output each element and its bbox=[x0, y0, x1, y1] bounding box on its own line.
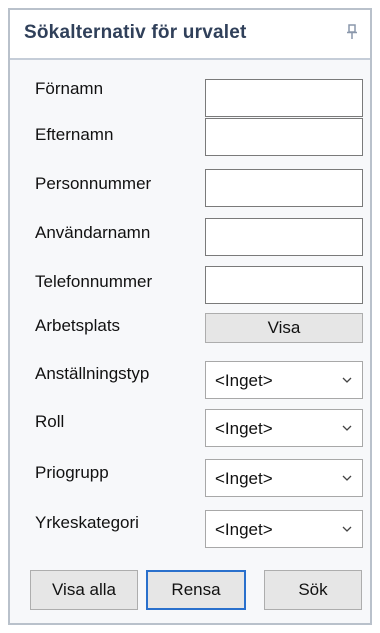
priority-group-label: Priogrupp bbox=[35, 463, 109, 482]
workplace-show-button[interactable]: Visa bbox=[205, 313, 363, 343]
clear-button[interactable]: Rensa bbox=[146, 570, 246, 610]
personal-number-input[interactable] bbox=[205, 169, 363, 207]
chevron-down-icon bbox=[342, 475, 352, 481]
priority-group-value: <Inget> bbox=[215, 469, 273, 488]
chevron-down-icon bbox=[342, 425, 352, 431]
phone-input[interactable] bbox=[205, 266, 363, 304]
personal-number-label: Personnummer bbox=[35, 174, 152, 193]
chevron-down-icon bbox=[342, 526, 352, 532]
pin-icon[interactable] bbox=[346, 24, 358, 43]
username-input[interactable] bbox=[205, 218, 363, 256]
employment-type-select[interactable]: <Inget> bbox=[205, 361, 363, 399]
workplace-label: Arbetsplats bbox=[35, 316, 121, 335]
show-all-button[interactable]: Visa alla bbox=[30, 570, 138, 610]
occupation-category-label: Yrkeskategori bbox=[35, 513, 139, 532]
lastname-label: Efternamn bbox=[35, 125, 114, 144]
phone-label: Telefonnummer bbox=[35, 272, 153, 291]
role-select[interactable]: <Inget> bbox=[205, 409, 363, 447]
priority-group-select[interactable]: <Inget> bbox=[205, 459, 363, 497]
firstname-input[interactable] bbox=[205, 79, 363, 117]
panel-titlebar: Sökalternativ för urvalet bbox=[10, 10, 370, 60]
username-label: Användarnamn bbox=[35, 223, 151, 242]
occupation-category-value: <Inget> bbox=[215, 520, 273, 539]
lastname-input[interactable] bbox=[205, 118, 363, 156]
employment-type-value: <Inget> bbox=[215, 371, 273, 390]
role-label: Roll bbox=[35, 412, 65, 431]
search-button[interactable]: Sök bbox=[264, 570, 362, 610]
employment-type-label: Anställningstyp bbox=[35, 364, 150, 383]
panel-title: Sökalternativ för urvalet bbox=[24, 22, 247, 43]
chevron-down-icon bbox=[342, 377, 352, 383]
role-value: <Inget> bbox=[215, 419, 273, 438]
firstname-label: Förnamn bbox=[35, 79, 104, 98]
occupation-category-select[interactable]: <Inget> bbox=[205, 510, 363, 548]
